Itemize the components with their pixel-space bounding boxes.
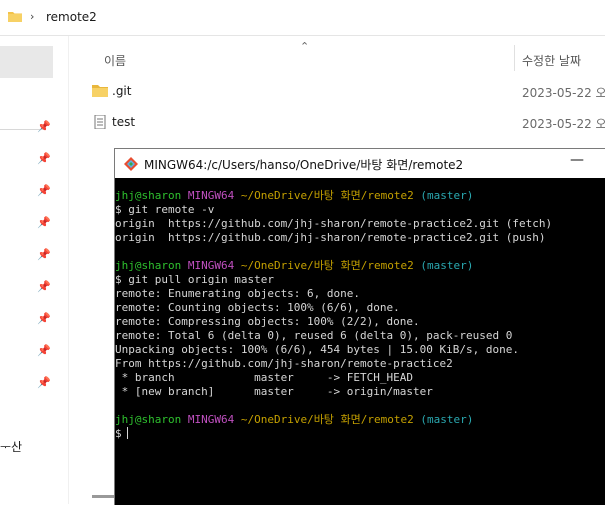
prompt-user: jhj@sharon: [115, 413, 182, 426]
text-file-icon: [94, 115, 106, 129]
column-header-name[interactable]: 이름: [104, 52, 126, 69]
prompt-sys: MINGW64: [187, 189, 235, 202]
prompt-line: jhj@sharon MINGW64 ~/OneDrive/바탕 화면/remo…: [115, 189, 605, 203]
command-line: $ git remote -v: [115, 203, 215, 216]
prompt-path: ~/OneDrive/바탕 화면/remote2: [240, 413, 414, 426]
file-row-git[interactable]: .git: [92, 81, 131, 101]
file-row-test[interactable]: test: [92, 112, 135, 132]
pin-icon: 📌: [37, 376, 51, 389]
file-date: 2023-05-22 오: [522, 86, 605, 100]
pin-icon: 📌: [37, 216, 51, 229]
prompt-path: ~/OneDrive/바탕 화면/remote2: [240, 189, 414, 202]
file-date: 2023-05-22 오: [522, 117, 605, 131]
output-line: remote: Compressing objects: 100% (2/2),…: [115, 315, 420, 328]
output-line: From https://github.com/jhj-sharon/remot…: [115, 357, 453, 370]
prompt-line: jhj@sharon MINGW64 ~/OneDrive/바탕 화면/remo…: [115, 413, 605, 427]
pin-icon: 📌: [37, 344, 51, 357]
output-line: Unpacking objects: 100% (6/6), 454 bytes…: [115, 343, 519, 356]
minimize-icon[interactable]: —: [570, 152, 584, 168]
file-name: .git: [112, 84, 132, 98]
output-line: origin https://github.com/jhj-sharon/rem…: [115, 217, 553, 230]
pin-icon: 📌: [37, 184, 51, 197]
text-cursor: [126, 427, 128, 439]
output-line: remote: Counting objects: 100% (6/6), do…: [115, 301, 400, 314]
prompt-symbol: $: [115, 427, 122, 440]
terminal-titlebar[interactable]: MINGW64:/c/Users/hanso/OneDrive/바탕 화면/re…: [115, 149, 605, 178]
prompt-path: ~/OneDrive/바탕 화면/remote2: [240, 259, 414, 272]
navigation-pane: 📌 📌 📌 📌 📌 📌 📌 📌 📌 ᅮ산: [0, 36, 68, 504]
prompt-sys: MINGW64: [187, 413, 235, 426]
command-line: $ git pull origin master: [115, 273, 274, 286]
horizontal-scrollbar[interactable]: [92, 495, 114, 498]
nav-item-partial[interactable]: ᅮ산: [0, 438, 22, 455]
prompt-branch: (master): [420, 259, 474, 272]
folder-icon: [8, 12, 22, 22]
output-line: origin https://github.com/jhj-sharon/rem…: [115, 231, 546, 244]
pin-icon: 📌: [37, 120, 51, 133]
file-name: test: [112, 115, 136, 129]
divider: [0, 35, 605, 36]
output-line: remote: Total 6 (delta 0), reused 6 (del…: [115, 329, 513, 342]
terminal-window[interactable]: MINGW64:/c/Users/hanso/OneDrive/바탕 화면/re…: [114, 148, 605, 505]
address-bar[interactable]: › remote2: [0, 0, 605, 34]
pin-icon: 📌: [37, 248, 51, 261]
chevron-right-icon[interactable]: ›: [30, 10, 34, 23]
column-divider[interactable]: [514, 45, 515, 71]
prompt-user: jhj@sharon: [115, 189, 182, 202]
prompt-branch: (master): [420, 189, 474, 202]
output-line: * [new branch] master -> origin/master: [115, 385, 433, 398]
folder-icon: [92, 85, 108, 97]
pin-icon: 📌: [37, 280, 51, 293]
pane-divider[interactable]: [68, 36, 69, 504]
prompt-line: jhj@sharon MINGW64 ~/OneDrive/바탕 화면/remo…: [115, 259, 605, 273]
prompt-sys: MINGW64: [187, 259, 235, 272]
output-line: * branch master -> FETCH_HEAD: [115, 371, 414, 384]
prompt-user: jhj@sharon: [115, 259, 182, 272]
git-bash-icon: [124, 157, 138, 171]
terminal-title: MINGW64:/c/Users/hanso/OneDrive/바탕 화면/re…: [144, 158, 464, 172]
sort-ascending-icon: ⌃: [300, 40, 310, 53]
prompt-branch: (master): [420, 413, 474, 426]
pin-icon: 📌: [37, 152, 51, 165]
terminal-console[interactable]: jhj@sharon MINGW64 ~/OneDrive/바탕 화면/remo…: [115, 189, 605, 505]
output-line: remote: Enumerating objects: 6, done.: [115, 287, 361, 300]
pin-icon: 📌: [37, 312, 51, 325]
column-header-modified[interactable]: 수정한 날짜: [522, 52, 581, 69]
input-line[interactable]: $: [115, 427, 605, 441]
nav-selected-item[interactable]: [0, 46, 53, 78]
breadcrumb-remote2[interactable]: remote2: [46, 10, 97, 24]
